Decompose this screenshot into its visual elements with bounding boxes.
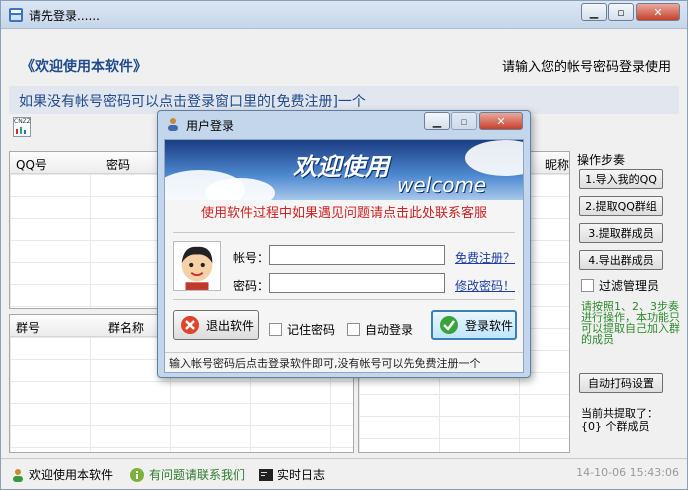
- remember-password-checkbox[interactable]: 记住密码: [269, 321, 335, 338]
- status-bar: 欢迎使用本软件 有问题请联系我们 实时日志 14-10-06 15:43:06: [1, 458, 687, 489]
- maximize-icon: ▫: [460, 114, 468, 128]
- auto-login-checkbox[interactable]: 自动登录: [347, 321, 413, 338]
- qq-grid-body: [10, 174, 163, 308]
- stats-icon[interactable]: CNZZ: [13, 117, 31, 137]
- login-dialog: 用户登录 ▁ ▫ ✕ 欢迎使用 welcome 使用软件过程中如果遇见问题请点击…: [157, 110, 531, 378]
- dialog-title: 用户登录: [186, 119, 235, 133]
- remember-password-box[interactable]: [269, 323, 282, 336]
- status-timestamp: 14-10-06 15:43:06: [576, 466, 679, 479]
- welcome-banner: 欢迎使用 welcome: [165, 140, 523, 200]
- register-link[interactable]: 免费注册？: [455, 249, 515, 266]
- maximize-button[interactable]: ▫: [608, 3, 634, 21]
- steps-panel: 操作步奏 1.导入我的QQ 2.提取QQ群组 3.提取群成员 4.导出群成员 过…: [573, 149, 685, 455]
- change-password-link[interactable]: 修改密码！: [455, 277, 515, 294]
- import-qq-button[interactable]: 1.导入我的QQ: [579, 169, 663, 189]
- minimize-icon: ▁: [589, 5, 599, 19]
- password-input[interactable]: [269, 273, 445, 293]
- col-group-number[interactable]: 群号: [16, 319, 40, 336]
- status-log-text: 实时日志: [277, 468, 326, 482]
- minimize-icon: ▁: [432, 114, 442, 128]
- status-contact[interactable]: 有问题请联系我们: [129, 466, 245, 483]
- title-bar[interactable]: 请先登录...... ▁ ▫ ✕: [1, 1, 687, 29]
- exit-icon: [181, 316, 199, 334]
- password-label: 密码：: [233, 279, 270, 293]
- guide-text: 请按照1、2、3步奏进行操作，本功能只可以提取自己加入群的成员: [581, 300, 680, 346]
- stats-icon-label: CNZZ: [14, 118, 31, 125]
- info-icon: [130, 467, 144, 482]
- status-contact-text: 有问题请联系我们: [149, 468, 246, 482]
- avatar-icon: [173, 241, 221, 291]
- col-group-name[interactable]: 群名称: [108, 319, 144, 336]
- check-icon: [440, 316, 458, 334]
- dialog-footer: 输入帐号密码后点击登录软件即可,没有帐号可以先免费注册一个: [165, 352, 523, 372]
- support-notice-link[interactable]: 使用软件过程中如果遇见问题请点击此处联系客服: [165, 202, 523, 221]
- summary-line-1: 当前共提取了：: [581, 407, 658, 420]
- window-title: 请先登录......: [29, 9, 100, 23]
- qq-grid-header: QQ号 密码: [10, 152, 163, 174]
- status-welcome-text: 欢迎使用本软件: [29, 468, 114, 482]
- export-members-button[interactable]: 4.导出群成员: [579, 250, 663, 270]
- qq-account-grid[interactable]: QQ号 密码: [9, 151, 164, 309]
- dialog-footer-text: 输入帐号密码后点击登录软件即可,没有帐号可以先免费注册一个: [169, 357, 481, 370]
- login-prompt: 请输入您的帐号密码登录使用: [501, 60, 671, 75]
- banner-cloud: [465, 140, 523, 176]
- console-icon: [259, 468, 273, 481]
- extract-members-button[interactable]: 3.提取群成员: [579, 223, 663, 243]
- auto-captcha-button[interactable]: 自动打码设置: [579, 373, 663, 393]
- summary-line-2: {0} 个群成员: [581, 420, 650, 433]
- banner-subtitle: welcome: [397, 173, 487, 197]
- steps-title: 操作步奏: [577, 153, 626, 167]
- remember-password-label: 记住密码: [287, 323, 336, 337]
- status-welcome[interactable]: 欢迎使用本软件: [11, 466, 113, 483]
- account-input[interactable]: [269, 245, 445, 265]
- dialog-body: 欢迎使用 welcome 使用软件过程中如果遇见问题请点击此处联系客服 帐号： …: [164, 139, 524, 373]
- login-button-label: 登录软件: [465, 318, 514, 333]
- user-icon: [168, 118, 178, 131]
- filter-admin-box[interactable]: [581, 279, 594, 292]
- close-icon: ✕: [496, 114, 506, 128]
- exit-button-label: 退出软件: [206, 318, 255, 333]
- close-icon: ✕: [653, 5, 663, 19]
- extract-summary: 当前共提取了： {0} 个群成员: [581, 407, 685, 433]
- col-nickname[interactable]: 昵称: [545, 156, 569, 173]
- col-password[interactable]: 密码: [106, 156, 130, 173]
- col-qq-number[interactable]: QQ号: [16, 156, 47, 173]
- extract-groups-button[interactable]: 2.提取QQ群组: [579, 196, 663, 216]
- login-button[interactable]: 登录软件: [431, 310, 517, 340]
- app-icon: [9, 8, 23, 22]
- banner-title: 欢迎使用: [293, 153, 389, 181]
- welcome-heading: 《欢迎使用本软件》: [21, 59, 147, 75]
- banner-cloud: [205, 178, 275, 200]
- dialog-maximize-button: ▫: [451, 112, 477, 130]
- account-label: 帐号：: [233, 251, 270, 265]
- maximize-icon: ▫: [617, 5, 625, 19]
- dialog-minimize-button[interactable]: ▁: [424, 112, 450, 130]
- user-icon: [13, 468, 23, 482]
- filter-admin-checkbox[interactable]: 过滤管理员: [581, 277, 659, 294]
- dialog-close-button[interactable]: ✕: [479, 112, 523, 130]
- welcome-bar: 《欢迎使用本软件》 请输入您的帐号密码登录使用: [9, 49, 679, 79]
- minimize-button[interactable]: ▁: [581, 3, 607, 21]
- status-log[interactable]: 实时日志: [259, 466, 325, 483]
- auto-login-label: 自动登录: [365, 323, 414, 337]
- info-text: 如果没有帐号密码可以点击登录窗口里的[免费注册]一个: [19, 94, 366, 110]
- auto-login-box[interactable]: [347, 323, 360, 336]
- login-form: 帐号： 免费注册？ 密码： 修改密码！: [173, 232, 515, 300]
- bar-chart-icon: [16, 127, 26, 134]
- close-button[interactable]: ✕: [636, 3, 680, 21]
- exit-button[interactable]: 退出软件: [173, 310, 259, 340]
- filter-admin-label: 过滤管理员: [599, 279, 660, 293]
